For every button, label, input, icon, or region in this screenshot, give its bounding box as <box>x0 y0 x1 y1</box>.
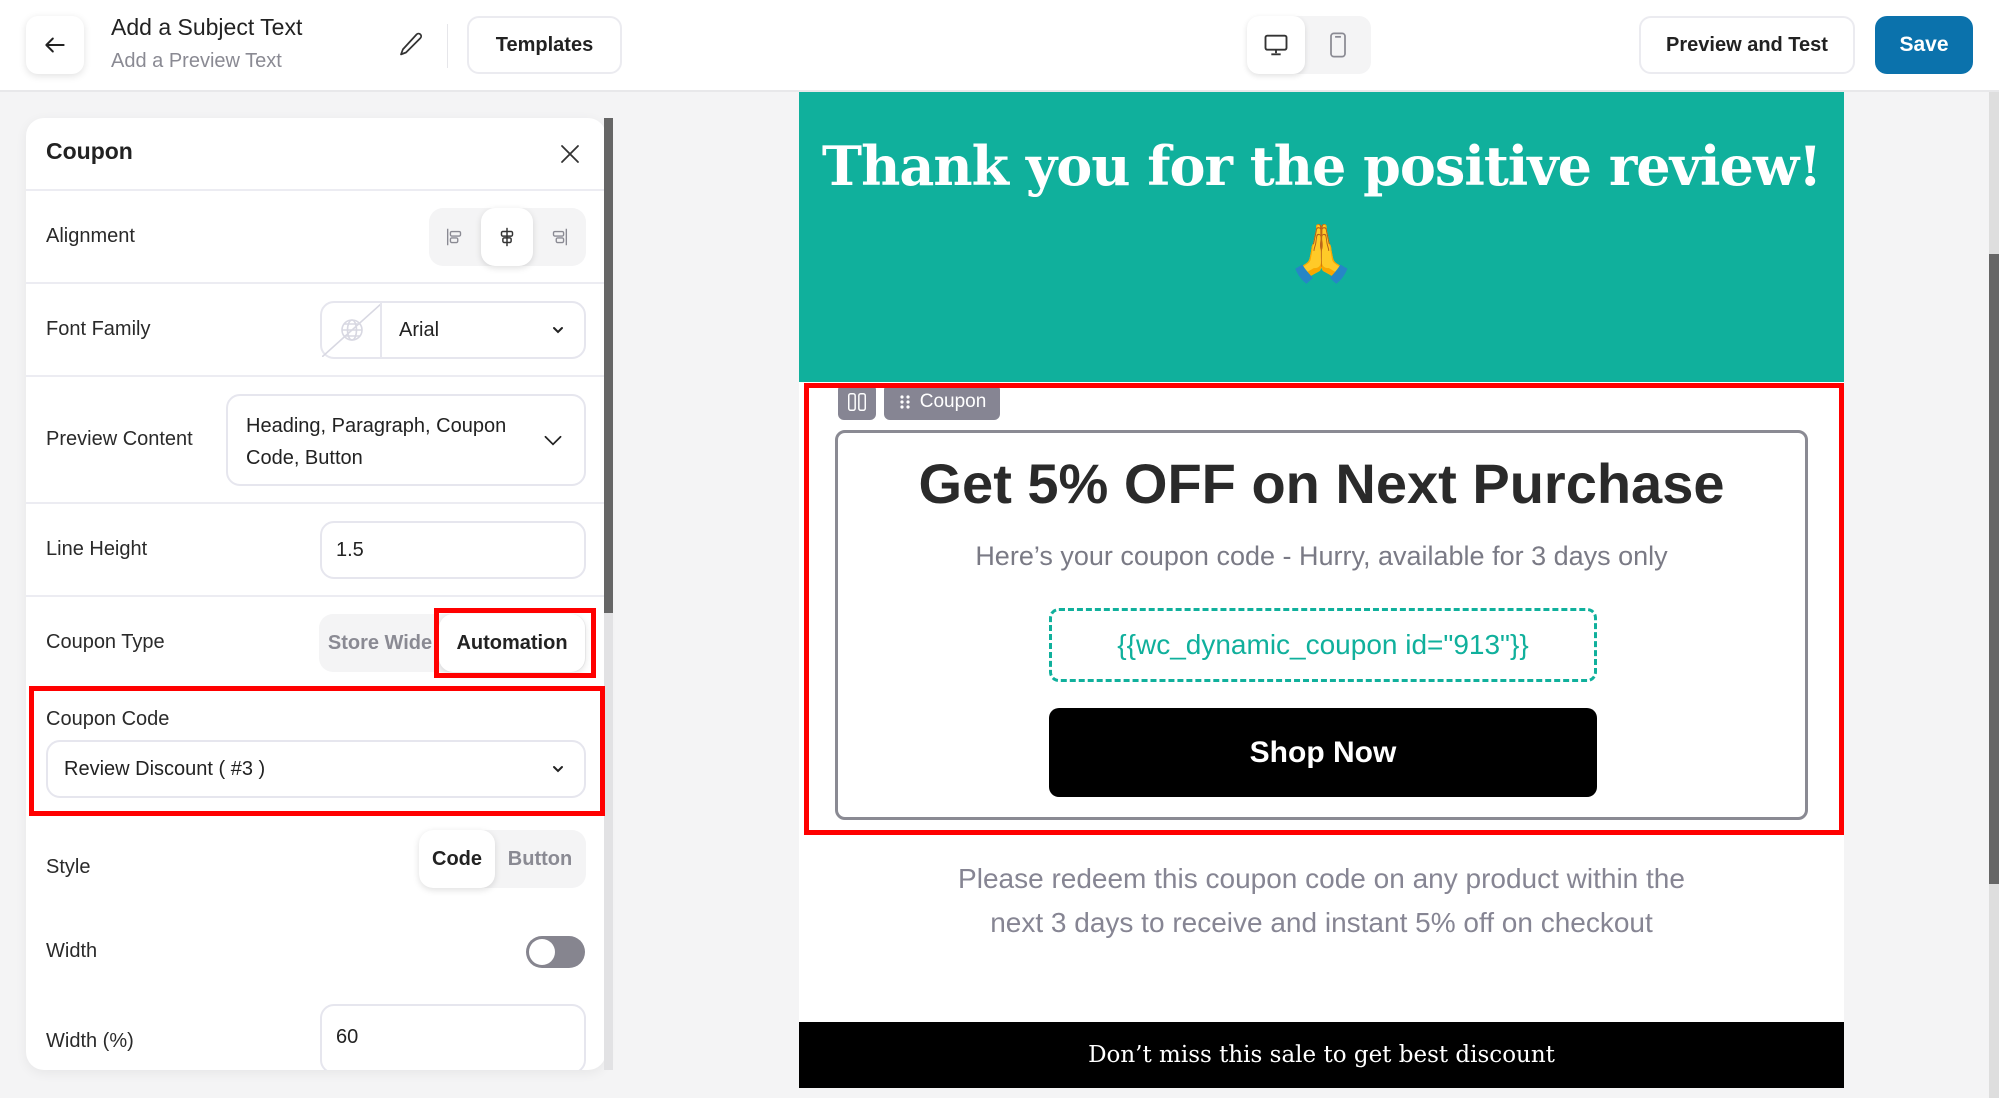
align-left-icon <box>446 228 462 246</box>
email-canvas: Thank you for the positive review! 🙏 Cou… <box>799 92 1844 1088</box>
columns-icon <box>848 393 866 411</box>
coupon-block-tag[interactable]: Coupon <box>884 384 1000 420</box>
style-code-option[interactable]: Code <box>419 830 495 888</box>
align-right-icon <box>552 228 568 246</box>
edit-subject-button[interactable] <box>396 30 426 60</box>
praying-hands-icon: 🙏 <box>1286 221 1357 284</box>
coupon-type-automation[interactable]: Automation <box>439 614 585 672</box>
mobile-icon <box>1330 32 1346 58</box>
panel-header: Coupon <box>26 118 606 191</box>
save-button[interactable]: Save <box>1875 16 1973 74</box>
mobile-view-button[interactable] <box>1309 16 1367 74</box>
toggle-knob <box>529 939 555 965</box>
font-family-value: Arial <box>399 319 440 341</box>
preview-content-select[interactable]: Heading, Paragraph, Coupon Code, Button <box>226 394 586 486</box>
panel-title: Coupon <box>46 138 133 164</box>
panel-scrollbar-thumb[interactable] <box>604 118 613 613</box>
coupon-settings-panel: Coupon Alignment Font Family Arial Previ… <box>26 118 606 1070</box>
coupon-type-row: Coupon Type Store Wide Automation <box>26 597 606 690</box>
align-center-button[interactable] <box>481 208 533 266</box>
shop-now-button[interactable]: Shop Now <box>1049 708 1597 797</box>
width-label: Width <box>46 940 98 962</box>
coupon-type-segmented: Store Wide Automation <box>319 614 586 672</box>
coupon-tag-label: Coupon <box>919 391 987 412</box>
canvas-scrollbar[interactable] <box>1989 92 1999 1098</box>
coupon-code-label: Coupon Code <box>46 708 170 730</box>
line-height-value: 1.5 <box>336 539 364 561</box>
style-segmented: Code Button <box>419 830 586 888</box>
alignment-label: Alignment <box>46 225 135 247</box>
coupon-subtext[interactable]: Here’s your coupon code - Hurry, availab… <box>838 541 1805 572</box>
font-family-label: Font Family <box>46 318 151 340</box>
coupon-code-value: Review Discount ( #3 ) <box>64 758 266 780</box>
panel-scrollbar[interactable] <box>604 118 613 1070</box>
line-height-label: Line Height <box>46 538 148 560</box>
style-label: Style <box>46 856 91 878</box>
preview-and-test-button[interactable]: Preview and Test <box>1639 16 1855 74</box>
width-toggle[interactable] <box>526 936 585 968</box>
width-percent-input[interactable]: 60 <box>320 1004 586 1070</box>
style-row: Style Code Button <box>26 830 606 910</box>
canvas-scrollbar-thumb[interactable] <box>1989 254 1999 884</box>
device-toggle <box>1247 16 1371 74</box>
desktop-icon <box>1264 34 1288 56</box>
email-subject[interactable]: Add a Subject Text <box>111 14 302 41</box>
coupon-type-label: Coupon Type <box>46 631 165 653</box>
font-family-select[interactable]: Arial <box>320 301 586 359</box>
pencil-icon <box>400 32 423 56</box>
drag-handle-icon <box>900 395 910 409</box>
desktop-view-button[interactable] <box>1247 16 1305 74</box>
chevron-down-icon <box>553 327 563 334</box>
globe-icon <box>322 303 380 357</box>
top-header: Add a Subject Text Add a Preview Text Te… <box>0 0 1999 92</box>
line-height-input[interactable]: 1.5 <box>320 521 586 579</box>
font-globe-slot <box>322 303 382 357</box>
coupon-block[interactable]: Get 5% OFF on Next Purchase Here’s your … <box>835 430 1808 820</box>
alignment-segmented <box>429 208 586 266</box>
line-height-row: Line Height 1.5 <box>26 504 606 597</box>
chevron-down-icon <box>553 766 563 773</box>
coupon-code-display[interactable]: {{wc_dynamic_coupon id="913"}} <box>1049 608 1597 682</box>
email-footer-bar[interactable]: Don’t miss this sale to get best discoun… <box>799 1022 1844 1088</box>
style-button-option[interactable]: Button <box>495 830 585 888</box>
header-divider <box>447 24 448 68</box>
arrow-left-icon <box>45 37 65 53</box>
align-right-button[interactable] <box>533 208 585 266</box>
back-button[interactable] <box>26 16 84 74</box>
close-panel-button[interactable] <box>558 142 582 166</box>
templates-button[interactable]: Templates <box>467 16 622 74</box>
email-banner[interactable]: Thank you for the positive review! 🙏 <box>799 92 1844 382</box>
columns-handle[interactable] <box>838 384 876 420</box>
align-left-button[interactable] <box>429 208 481 266</box>
banner-title: Thank you for the positive review! <box>821 134 1822 198</box>
preview-content-label: Preview Content <box>46 428 193 450</box>
coupon-code-row: Coupon Code Review Discount ( #3 ) <box>26 690 606 810</box>
chevron-down-icon <box>544 435 562 446</box>
coupon-type-store-wide[interactable]: Store Wide <box>319 614 441 672</box>
width-percent-value: 60 <box>336 1026 359 1048</box>
width-percent-label: Width (%) <box>46 1030 134 1052</box>
font-family-row: Font Family Arial <box>26 284 606 377</box>
email-preview-text[interactable]: Add a Preview Text <box>111 50 282 73</box>
coupon-heading[interactable]: Get 5% OFF on Next Purchase <box>838 451 1805 516</box>
alignment-row: Alignment <box>26 191 606 284</box>
coupon-code-select[interactable]: Review Discount ( #3 ) <box>46 740 586 798</box>
close-icon <box>561 145 579 163</box>
align-center-icon <box>500 227 514 247</box>
width-percent-row: Width (%) 60 <box>26 1004 606 1070</box>
preview-content-value: Heading, Paragraph, Coupon Code, Button <box>246 415 507 469</box>
preview-content-row: Preview Content Heading, Paragraph, Coup… <box>26 377 606 504</box>
width-toggle-row: Width <box>26 918 606 988</box>
email-paragraph[interactable]: Please redeem this coupon code on any pr… <box>799 857 1844 945</box>
